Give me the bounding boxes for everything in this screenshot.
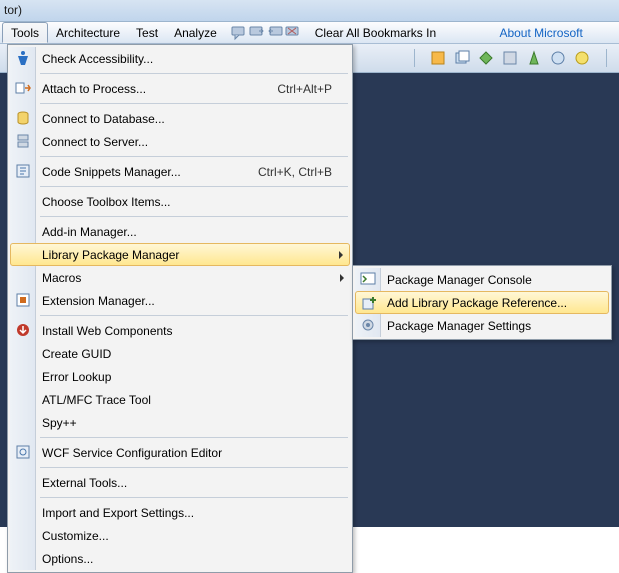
menuitem-shortcut: Ctrl+Alt+P xyxy=(277,82,332,96)
menu-about[interactable]: About Microsoft Visua xyxy=(491,22,617,43)
add-reference-icon xyxy=(361,295,377,311)
library-package-manager-submenu: Package Manager Console Add Library Pack… xyxy=(352,265,612,340)
menu-tools[interactable]: Tools xyxy=(2,22,48,43)
menu-separator xyxy=(40,186,348,187)
menuitem-label: Spy++ xyxy=(42,416,332,430)
menuitem-label: Install Web Components xyxy=(42,324,332,338)
menuitem-extension-manager[interactable]: Extension Manager... xyxy=(10,289,350,312)
menuitem-label: Macros xyxy=(42,271,332,285)
menuitem-label: Customize... xyxy=(42,529,332,543)
menuitem-customize[interactable]: Customize... xyxy=(10,524,350,547)
menuitem-label: Add-in Manager... xyxy=(42,225,332,239)
menuitem-shortcut: Ctrl+K, Ctrl+B xyxy=(258,165,332,179)
menu-separator xyxy=(40,103,348,104)
submenu-arrow-icon xyxy=(340,274,344,282)
menu-separator xyxy=(40,156,348,157)
window-title-fragment: tor) xyxy=(0,0,619,22)
menuitem-connect-server[interactable]: Connect to Server... xyxy=(10,130,350,153)
submenu-item-console[interactable]: Package Manager Console xyxy=(355,268,609,291)
toolbar-sep xyxy=(403,47,425,69)
menubar-icon-cluster xyxy=(225,22,307,43)
menuitem-label: Extension Manager... xyxy=(42,294,332,308)
menuitem-label: Import and Export Settings... xyxy=(42,506,332,520)
submenu-arrow-icon xyxy=(339,251,343,259)
menu-clear-bookmarks[interactable]: Clear All Bookmarks In Document xyxy=(307,22,492,43)
menuitem-label: Error Lookup xyxy=(42,370,332,384)
menuitem-addin-manager[interactable]: Add-in Manager... xyxy=(10,220,350,243)
menuitem-label: External Tools... xyxy=(42,476,332,490)
menubar: Tools Architecture Test Analyze Clear Al… xyxy=(0,22,619,44)
menuitem-check-accessibility[interactable]: Check Accessibility... xyxy=(10,47,350,70)
menu-separator xyxy=(40,73,348,74)
menu-separator xyxy=(40,437,348,438)
menuitem-atl-mfc-trace[interactable]: ATL/MFC Trace Tool xyxy=(10,388,350,411)
comment-next-icon[interactable] xyxy=(249,25,265,41)
comment-clear-icon[interactable] xyxy=(285,25,301,41)
menuitem-create-guid[interactable]: Create GUID xyxy=(10,342,350,365)
database-icon xyxy=(15,110,31,126)
menuitem-install-web-components[interactable]: Install Web Components xyxy=(10,319,350,342)
toolbar-btn-6[interactable] xyxy=(547,47,569,69)
comment-icon[interactable] xyxy=(231,25,247,41)
menuitem-library-package-manager[interactable]: Library Package Manager xyxy=(10,243,350,266)
menuitem-label: Code Snippets Manager... xyxy=(42,165,258,179)
toolbar-btn-5[interactable] xyxy=(523,47,545,69)
menuitem-label: Package Manager Console xyxy=(387,273,599,287)
menu-test[interactable]: Test xyxy=(128,22,166,43)
menuitem-options[interactable]: Options... xyxy=(10,547,350,570)
toolbar-btn-2[interactable] xyxy=(451,47,473,69)
menu-separator xyxy=(40,497,348,498)
menu-analyze[interactable]: Analyze xyxy=(166,22,225,43)
wcf-icon xyxy=(15,444,31,460)
toolbar-btn-7[interactable] xyxy=(571,47,593,69)
menuitem-choose-toolbox[interactable]: Choose Toolbox Items... xyxy=(10,190,350,213)
menuitem-label: Connect to Server... xyxy=(42,135,332,149)
menu-separator xyxy=(40,467,348,468)
menuitem-import-export[interactable]: Import and Export Settings... xyxy=(10,501,350,524)
tools-dropdown: Check Accessibility... Attach to Process… xyxy=(7,44,353,573)
menuitem-label: Create GUID xyxy=(42,347,332,361)
menuitem-macros[interactable]: Macros xyxy=(10,266,350,289)
menuitem-external-tools[interactable]: External Tools... xyxy=(10,471,350,494)
menu-separator xyxy=(40,315,348,316)
menuitem-label: Add Library Package Reference... xyxy=(387,296,598,310)
attach-process-icon xyxy=(15,80,31,96)
menuitem-label: Choose Toolbox Items... xyxy=(42,195,332,209)
menuitem-label: ATL/MFC Trace Tool xyxy=(42,393,332,407)
menuitem-label: Check Accessibility... xyxy=(42,52,332,66)
toolbar-sep2 xyxy=(595,47,617,69)
download-icon xyxy=(15,322,31,338)
comment-prev-icon[interactable] xyxy=(267,25,283,41)
accessibility-icon xyxy=(15,50,31,66)
menuitem-label: Options... xyxy=(42,552,332,566)
toolbar-btn-4[interactable] xyxy=(499,47,521,69)
server-icon xyxy=(15,133,31,149)
menuitem-error-lookup[interactable]: Error Lookup xyxy=(10,365,350,388)
toolbar-btn-1[interactable] xyxy=(427,47,449,69)
menuitem-label: Attach to Process... xyxy=(42,82,277,96)
snippets-icon xyxy=(15,163,31,179)
menuitem-label: Package Manager Settings xyxy=(387,319,599,333)
menuitem-attach-to-process[interactable]: Attach to Process... Ctrl+Alt+P xyxy=(10,77,350,100)
toolbar-btn-3[interactable] xyxy=(475,47,497,69)
menuitem-label: Connect to Database... xyxy=(42,112,332,126)
menuitem-spy[interactable]: Spy++ xyxy=(10,411,350,434)
menuitem-connect-database[interactable]: Connect to Database... xyxy=(10,107,350,130)
console-icon xyxy=(360,271,376,287)
menuitem-code-snippets[interactable]: Code Snippets Manager... Ctrl+K, Ctrl+B xyxy=(10,160,350,183)
menuitem-wcf-config[interactable]: WCF Service Configuration Editor xyxy=(10,441,350,464)
extension-icon xyxy=(15,292,31,308)
menu-architecture[interactable]: Architecture xyxy=(48,22,128,43)
menuitem-label: WCF Service Configuration Editor xyxy=(42,446,332,460)
menu-separator xyxy=(40,216,348,217)
submenu-item-settings[interactable]: Package Manager Settings xyxy=(355,314,609,337)
submenu-item-add-reference[interactable]: Add Library Package Reference... xyxy=(355,291,609,314)
menuitem-label: Library Package Manager xyxy=(42,248,332,262)
settings-icon xyxy=(360,317,376,333)
